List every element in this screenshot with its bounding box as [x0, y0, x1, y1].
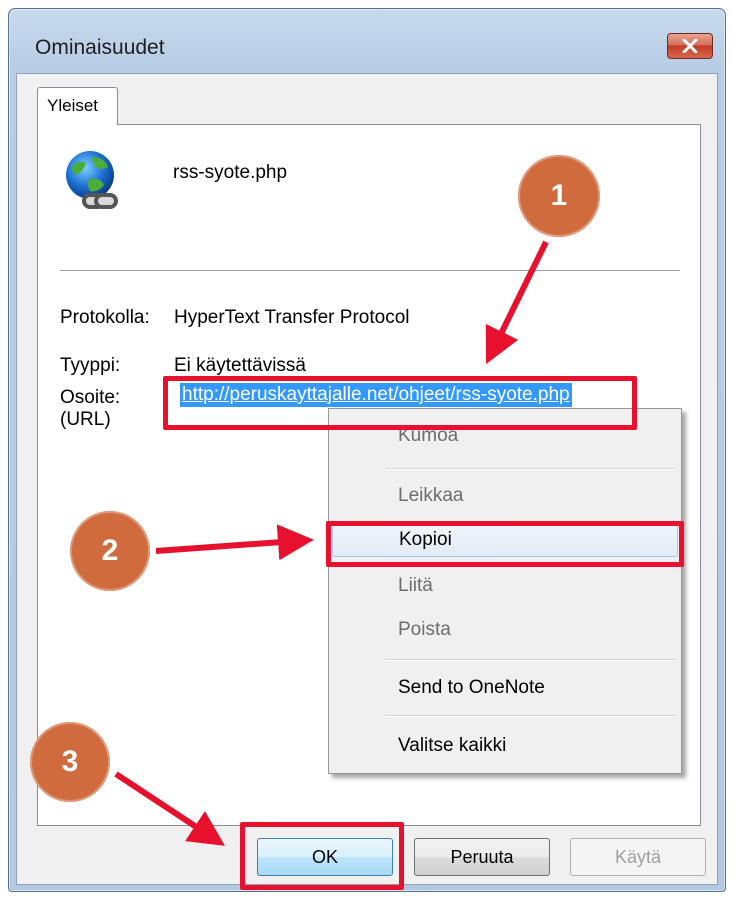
menu-separator [385, 715, 675, 717]
cancel-button[interactable]: Peruuta [414, 838, 550, 876]
type-value: Ei käytettävissä [174, 355, 306, 376]
close-icon [682, 39, 698, 53]
address-label-line1: Osoite: [60, 387, 121, 408]
copy-highlight-box [326, 521, 684, 567]
step-badge-2: 2 [70, 511, 150, 591]
menu-separator [385, 468, 675, 470]
menu-item-select-all[interactable]: Valitse kaikki [332, 729, 678, 763]
title-bar[interactable]: Ominaisuudet [9, 9, 725, 73]
protocol-label: Protokolla: [60, 307, 150, 328]
url-highlight-box [163, 376, 637, 430]
address-label: Osoite: (URL) [60, 387, 120, 431]
menu-separator [385, 659, 675, 661]
file-name: rss-syote.php [173, 162, 288, 183]
context-menu: Kumoa Leikkaa Kopioi Liitä Poista Send t… [328, 408, 682, 774]
apply-button[interactable]: Käytä [570, 838, 706, 876]
step-badge-1: 1 [518, 155, 600, 237]
protocol-value: HyperText Transfer Protocol [174, 307, 410, 328]
menu-item-send-to-onenote[interactable]: Send to OneNote [332, 671, 678, 705]
internet-shortcut-icon [66, 151, 118, 209]
menu-item-delete[interactable]: Poista [332, 613, 678, 647]
ok-highlight-box [240, 822, 404, 890]
menu-item-cut[interactable]: Leikkaa [332, 479, 678, 513]
menu-item-paste[interactable]: Liitä [332, 569, 678, 603]
tab-yleiset[interactable]: Yleiset [37, 87, 118, 125]
window-title: Ominaisuudet [35, 36, 165, 59]
step-badge-3: 3 [30, 722, 110, 802]
close-button[interactable] [667, 33, 713, 59]
address-label-line2: (URL) [60, 409, 111, 430]
type-label: Tyyppi: [60, 355, 121, 376]
divider [60, 270, 680, 272]
